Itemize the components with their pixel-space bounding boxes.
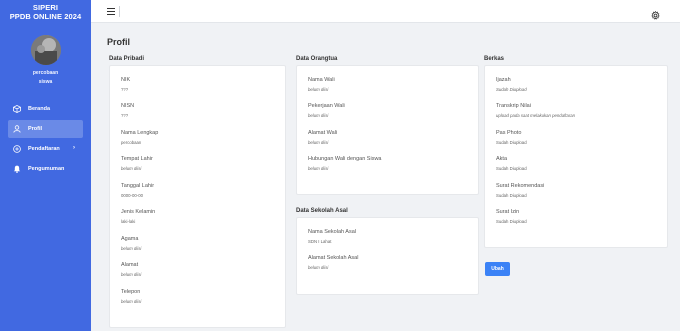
field-label: Nama Wali: [308, 77, 335, 83]
topbar: [91, 0, 680, 23]
section-title-pribadi: Data Pribadi: [109, 56, 145, 62]
field-value: belum diisi: [308, 265, 329, 270]
field-value: belum diisi: [121, 299, 142, 304]
sidebar-nav: Beranda Profil Pendaftaran › Pengumuman: [8, 100, 83, 180]
field-agama: Agama belum diisi: [121, 236, 141, 251]
field-pekerjaan-wali: Pekerjaan Wali belum diisi: [308, 103, 345, 118]
sidebar-item-profil[interactable]: Profil: [8, 120, 83, 138]
gear-icon[interactable]: [651, 7, 660, 20]
user-role: siswa: [38, 79, 53, 85]
field-value: percobaan: [121, 140, 142, 145]
field-value: 0000-00-00: [121, 193, 143, 198]
field-label: Alamat Sekolah Asal: [308, 255, 359, 261]
field-value: belum diisi: [121, 246, 142, 251]
card-data-orangtua: Nama Wali belum diisi Pekerjaan Wali bel…: [296, 65, 479, 195]
sidebar-item-label: Pengumuman: [28, 166, 65, 172]
field-akta: Akta Sudah Diupload: [496, 156, 527, 171]
field-label: Akta: [496, 156, 508, 162]
plus-circle-icon: [13, 144, 22, 154]
field-surat-rekomendasi: Surat Rekomendasi Sudah Diupload: [496, 183, 544, 198]
field-label: Hubungan Wali dengan Siswa: [308, 156, 382, 162]
field-value: Sudah Diupload: [496, 193, 527, 198]
brand-title: SIPERI: [32, 3, 59, 12]
field-alamat-sekolah: Alamat Sekolah Asal belum diisi: [308, 255, 358, 270]
field-value: Sudah Diupload: [496, 87, 527, 92]
field-alamat-wali: Alamat Wali belum diisi: [308, 130, 337, 145]
field-jenis-kelamin: Jenis Kelamin laki-laki: [121, 209, 155, 224]
field-label: Pas Photo: [496, 130, 522, 136]
field-label: Pekerjaan Wali: [308, 103, 345, 109]
field-nama-sekolah: Nama Sekolah Asal SDN I Lahat: [308, 229, 356, 244]
sidebar: SIPERI PPDB ONLINE 2024 percobaan siswa …: [0, 0, 91, 331]
field-value: belum diisi: [121, 272, 142, 277]
field-label: Nama Sekolah Asal: [308, 229, 356, 235]
bell-icon: [13, 165, 22, 174]
field-pas-photo: Pas Photo Sudah Diupload: [496, 130, 527, 145]
field-value: ???: [121, 113, 129, 118]
chevron-right-icon: ›: [73, 145, 75, 151]
field-value: laki-laki: [121, 219, 136, 224]
field-label: Surat Izin: [496, 209, 520, 215]
brand: SIPERI PPDB ONLINE 2024: [0, 0, 91, 21]
card-berkas: Ijazah Sudah Diupload Transkrip Nilai up…: [484, 65, 668, 248]
field-alamat: Alamat belum diisi: [121, 262, 141, 277]
topbar-divider: [119, 6, 120, 17]
field-tempat-lahir: Tempat Lahir belum diisi: [121, 156, 153, 171]
field-value: Sudah Diupload: [496, 219, 527, 224]
field-label: Tanggal Lahir: [121, 183, 155, 189]
field-telepon: Telepon belum diisi: [121, 289, 141, 304]
field-ijazah: Ijazah Sudah Diupload: [496, 77, 527, 92]
field-label: NISN: [121, 103, 135, 109]
field-label: Alamat Wali: [308, 130, 338, 136]
field-value: belum diisi: [308, 87, 329, 92]
card-data-sekolah: Nama Sekolah Asal SDN I Lahat Alamat Sek…: [296, 217, 479, 295]
field-value: belum diisi: [308, 113, 329, 118]
field-transkrip-nilai: Transkrip Nilai upload pada saat melakuk…: [496, 103, 575, 118]
field-value: belum diisi: [121, 166, 142, 171]
user-name: percobaan: [32, 70, 59, 76]
sidebar-item-beranda[interactable]: Beranda: [8, 100, 83, 118]
brand-subtitle: PPDB ONLINE 2024: [9, 12, 82, 21]
page-title: Profil: [107, 37, 131, 47]
field-label: Nama Lengkap: [121, 130, 159, 136]
section-title-orangtua: Data Orangtua: [296, 56, 338, 62]
field-label: Transkrip Nilai: [496, 103, 531, 109]
field-label: Alamat: [121, 262, 139, 268]
sidebar-item-label: Pendaftaran: [28, 146, 60, 152]
sidebar-item-pendaftaran[interactable]: Pendaftaran ›: [8, 140, 83, 158]
cube-icon: [13, 104, 22, 114]
field-surat-izin: Surat Izin Sudah Diupload: [496, 209, 527, 224]
field-value: belum diisi: [308, 166, 329, 171]
field-value: SDN I Lahat: [308, 239, 332, 244]
field-value: belum diisi: [308, 140, 329, 145]
field-label: Telepon: [121, 289, 141, 295]
user-icon: [13, 124, 22, 134]
edit-button[interactable]: Ubah: [485, 262, 510, 276]
avatar: [31, 35, 61, 65]
field-value: Sudah Diupload: [496, 166, 527, 171]
field-hubungan-wali: Hubungan Wali dengan Siswa belum diisi: [308, 156, 381, 171]
field-label: Tempat Lahir: [121, 156, 153, 162]
field-label: Surat Rekomendasi: [496, 183, 545, 189]
field-label: Ijazah: [496, 77, 511, 83]
field-tanggal-lahir: Tanggal Lahir 0000-00-00: [121, 183, 154, 198]
field-value: Sudah Diupload: [496, 140, 527, 145]
sidebar-item-pengumuman[interactable]: Pengumuman: [8, 160, 83, 178]
field-label: NIK: [121, 77, 131, 83]
hamburger-menu-icon[interactable]: [107, 8, 115, 15]
field-nisn: NISN ???: [121, 103, 134, 118]
field-nama-lengkap: Nama Lengkap percobaan: [121, 130, 158, 145]
section-title-sekolah: Data Sekolah Asal: [296, 208, 348, 214]
field-nik: NIK ???: [121, 77, 130, 92]
sidebar-item-label: Beranda: [28, 106, 51, 112]
field-nama-wali: Nama Wali belum diisi: [308, 77, 335, 92]
field-label: Agama: [121, 236, 139, 242]
field-label: Jenis Kelamin: [121, 209, 156, 215]
sidebar-item-label: Profil: [28, 126, 43, 132]
section-title-berkas: Berkas: [484, 56, 505, 62]
field-value: ???: [121, 87, 129, 92]
card-data-pribadi: NIK ??? NISN ??? Nama Lengkap percobaan …: [109, 65, 286, 328]
field-value: upload pada saat melakukan pendaftaran: [496, 113, 576, 118]
